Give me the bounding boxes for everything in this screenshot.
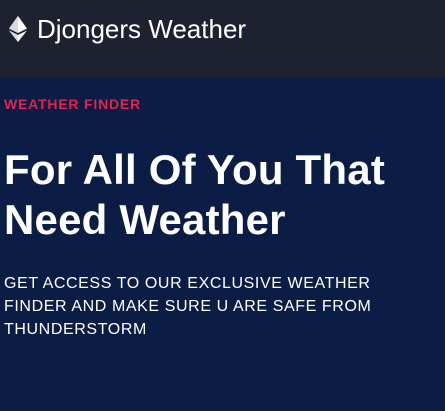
- brand-name: Djongers Weather: [37, 14, 247, 44]
- hero-lead-line1: GET ACCESS TO OUR EXCLUSIVE WEATHER: [4, 275, 371, 292]
- hero-eyebrow: WEATHER FINDER: [4, 96, 141, 112]
- hero-section: WEATHER FINDER For All Of You That Need …: [0, 78, 445, 411]
- brand-link[interactable]: Djongers Weather: [9, 14, 246, 44]
- hero-headline-line1: For All Of You That: [4, 146, 386, 193]
- hero-lead: GET ACCESS TO OUR EXCLUSIVE WEATHER FIND…: [4, 272, 437, 341]
- ethereum-diamond-icon: [9, 16, 27, 42]
- navbar: Djongers Weather: [0, 0, 445, 78]
- hero-headline: For All Of You That Need Weather: [4, 145, 437, 245]
- hero-lead-line2: FINDER AND MAKE SURE U ARE SAFE FROM: [4, 298, 372, 315]
- hero-lead-line3: THUNDERSTORM: [4, 321, 147, 338]
- hero-headline-line2: Need Weather: [4, 196, 286, 243]
